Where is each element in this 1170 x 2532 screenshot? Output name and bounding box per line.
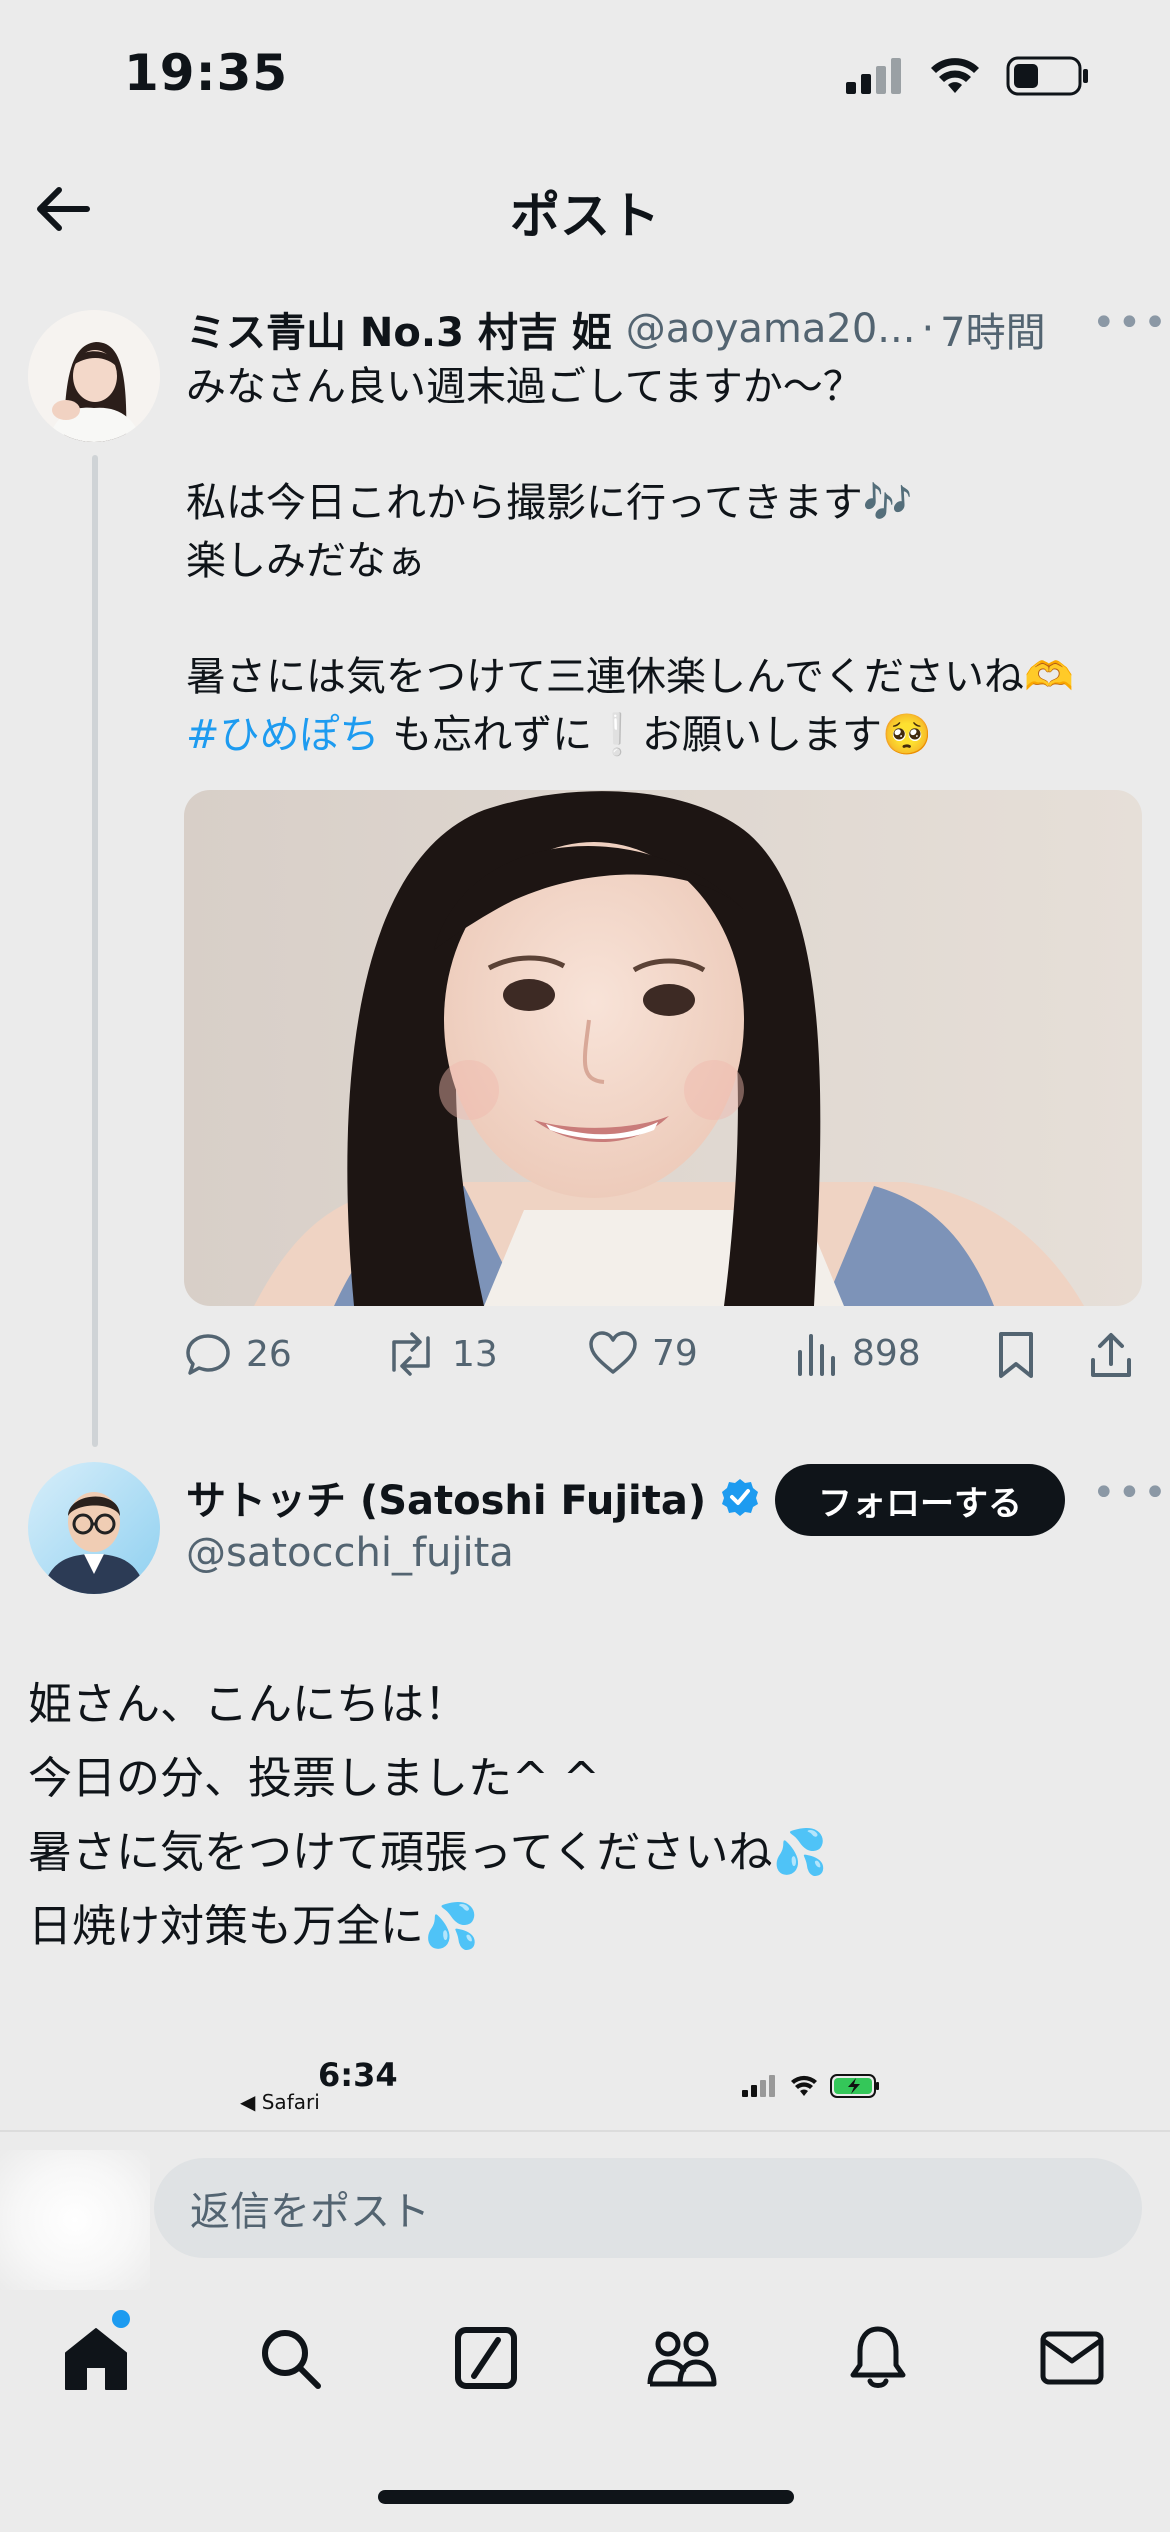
reply-author-name[interactable]: サトッチ (Satoshi Fujita) xyxy=(186,1468,706,1526)
like-count: 79 xyxy=(652,1332,698,1374)
embedded-back-to-safari: ◀ Safari xyxy=(240,2090,320,2114)
cellular-signal-icon xyxy=(742,2075,775,2097)
home-indicator xyxy=(378,2490,794,2504)
reply-count: 26 xyxy=(246,1333,292,1375)
charging-battery-icon xyxy=(830,2074,879,2098)
composer-divider xyxy=(0,2130,1170,2132)
tweet-line-hashtag: #ひめぽち も忘れずに❕お願いします🥺 xyxy=(186,706,1136,764)
bookmark-icon xyxy=(999,1332,1033,1378)
reply-author-handle[interactable]: @satocchi_fujita xyxy=(186,1530,514,1576)
thread-line xyxy=(92,455,98,1447)
repost-count: 13 xyxy=(452,1333,498,1375)
wifi-icon xyxy=(931,58,979,93)
time-separator: · xyxy=(921,306,935,352)
like-action[interactable]: 79 xyxy=(588,1330,698,1376)
tab-notifications[interactable] xyxy=(838,2318,918,2398)
author-name[interactable]: ミス青山 No.3 村吉 姫 xyxy=(186,300,612,358)
communities-icon xyxy=(647,2331,717,2387)
views-action[interactable]: 898 xyxy=(794,1330,921,1376)
reply-line: 姫さん、こんにちは！ xyxy=(28,1679,468,1730)
battery-icon xyxy=(1006,56,1088,96)
notifications-icon xyxy=(850,2326,906,2388)
more-options-button[interactable]: ••• xyxy=(1092,300,1169,346)
reply-icon xyxy=(186,1334,230,1375)
reply-line: 暑さに気をつけて頑張ってくださいね💦 xyxy=(28,1827,828,1878)
tweet-actions: 26 13 79 898 xyxy=(184,1330,1144,1400)
author-handle[interactable]: @aoyama20... xyxy=(626,306,916,352)
more-icon: ••• xyxy=(1092,1470,1169,1516)
verified-badge-icon xyxy=(722,1479,759,1516)
bookmark-button[interactable] xyxy=(996,1330,1036,1380)
page-title: ポスト xyxy=(510,187,660,245)
tweet-line: 私は今日これから撮影に行ってきます🎶 xyxy=(186,480,913,526)
reply-input[interactable]: 返信をポスト xyxy=(154,2158,1142,2258)
hashtag-link[interactable]: #ひめぽち xyxy=(186,712,380,758)
tweet-line: みなさん良い週末過ごしてますか〜？ xyxy=(186,364,863,410)
embedded-status-time: 6:34 xyxy=(318,2056,398,2094)
view-count: 898 xyxy=(852,1332,921,1374)
tab-messages[interactable] xyxy=(1032,2318,1112,2398)
tweet-text: みなさん良い週末過ごしてますか〜？ 私は今日これから撮影に行ってきます🎶 楽しみ… xyxy=(186,358,1136,764)
views-icon xyxy=(798,1334,835,1376)
home-icon xyxy=(65,2328,127,2390)
reply-author-avatar[interactable] xyxy=(28,1462,160,1594)
follow-button[interactable]: フォローする xyxy=(775,1464,1065,1536)
wifi-icon xyxy=(791,2075,817,2096)
composer-avatar xyxy=(0,2150,150,2290)
share-button[interactable] xyxy=(1088,1330,1134,1380)
tab-search[interactable] xyxy=(250,2318,330,2398)
tab-home[interactable] xyxy=(56,2318,136,2398)
cellular-signal-icon xyxy=(846,58,901,94)
reply-text: 姫さん、こんにちは！ 今日の分、投票しました^ ^ 暑さに気をつけて頑張ってくだ… xyxy=(28,1668,1128,1964)
grok-icon xyxy=(455,2327,517,2389)
reply-line: 日焼け対策も万全に💦 xyxy=(28,1901,479,1952)
repost-icon xyxy=(392,1332,430,1376)
tweet-photo[interactable] xyxy=(184,790,1142,1306)
embedded-status-icons xyxy=(742,2074,880,2098)
more-icon: ••• xyxy=(1092,300,1169,346)
tab-communities[interactable] xyxy=(642,2318,722,2398)
tweet-header: ミス青山 No.3 村吉 姫 @aoyama20... · 7時間 xyxy=(186,300,1046,358)
tweet-line-rest: も忘れずに❕お願いします🥺 xyxy=(379,712,932,758)
status-time: 19:35 xyxy=(124,44,289,102)
messages-icon xyxy=(1040,2331,1104,2385)
heart-icon xyxy=(589,1331,637,1374)
tweet-line: 楽しみだなぁ xyxy=(186,538,426,584)
reply-line: 今日の分、投票しました^ ^ xyxy=(28,1753,600,1804)
share-icon xyxy=(1091,1333,1131,1377)
author-avatar[interactable] xyxy=(28,310,160,442)
status-icons xyxy=(846,56,1090,96)
tab-grok[interactable] xyxy=(446,2318,526,2398)
tweet-line: 暑さには気をつけて三連休楽しんでくださいね🫶 xyxy=(186,654,1074,700)
search-icon xyxy=(262,2330,321,2389)
home-notification-dot xyxy=(112,2310,130,2328)
reply-action[interactable]: 26 xyxy=(184,1330,292,1378)
repost-action[interactable]: 13 xyxy=(384,1330,498,1378)
reply-more-options-button[interactable]: ••• xyxy=(1092,1470,1169,1516)
reply-header: サトッチ (Satoshi Fujita) xyxy=(186,1468,760,1526)
tweet-time: 7時間 xyxy=(940,310,1046,356)
